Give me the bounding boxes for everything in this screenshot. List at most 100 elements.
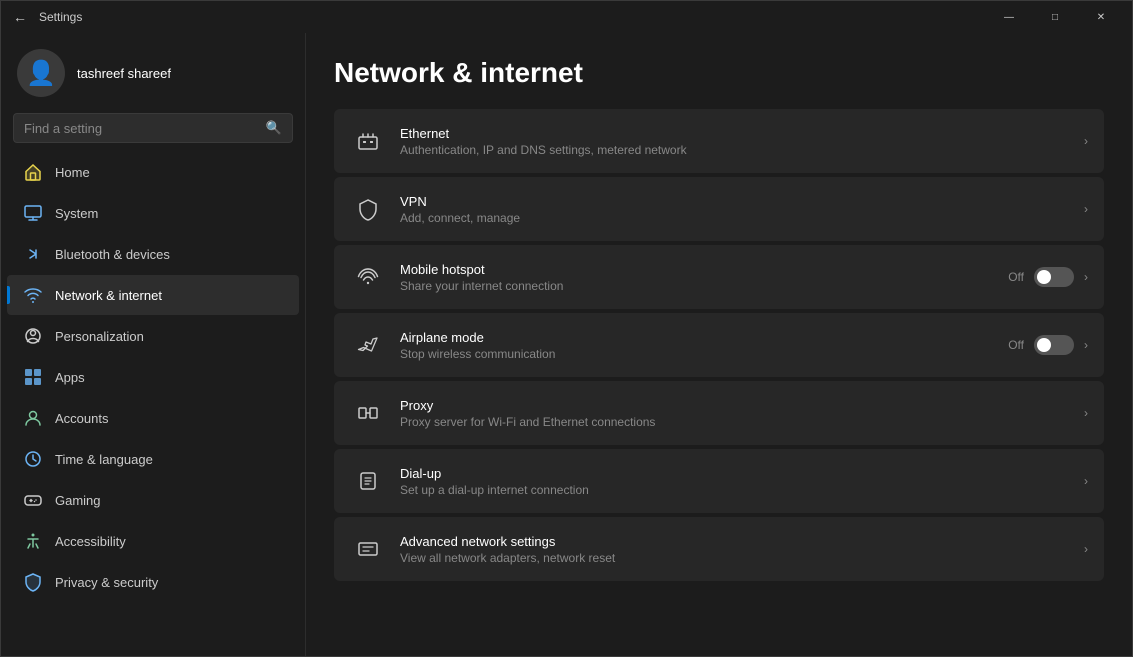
- sidebar-item-accounts[interactable]: Accounts: [7, 398, 299, 438]
- user-name: tashreef shareef: [77, 66, 171, 81]
- airplane-right: Off ›: [1008, 335, 1088, 355]
- accounts-icon: [23, 408, 43, 428]
- sidebar-item-bluetooth-label: Bluetooth & devices: [55, 247, 170, 262]
- privacy-icon: [23, 572, 43, 592]
- ethernet-title: Ethernet: [400, 126, 1084, 141]
- advanced-text: Advanced network settings View all netwo…: [400, 534, 1084, 565]
- sidebar-item-personalization-label: Personalization: [55, 329, 144, 344]
- bluetooth-icon: [23, 244, 43, 264]
- sidebar-item-home-label: Home: [55, 165, 90, 180]
- sidebar-item-gaming[interactable]: Gaming: [7, 480, 299, 520]
- airplane-setting[interactable]: Airplane mode Stop wireless communicatio…: [334, 313, 1104, 377]
- dialup-desc: Set up a dial-up internet connection: [400, 483, 1084, 497]
- ethernet-desc: Authentication, IP and DNS settings, met…: [400, 143, 1084, 157]
- proxy-title: Proxy: [400, 398, 1084, 413]
- sidebar-item-time[interactable]: Time & language: [7, 439, 299, 479]
- sidebar-item-bluetooth[interactable]: Bluetooth & devices: [7, 234, 299, 274]
- time-icon: [23, 449, 43, 469]
- page-title: Network & internet: [334, 57, 1104, 89]
- dialup-title: Dial-up: [400, 466, 1084, 481]
- sidebar-item-accessibility-label: Accessibility: [55, 534, 126, 549]
- proxy-text: Proxy Proxy server for Wi-Fi and Etherne…: [400, 398, 1084, 429]
- sidebar-item-network[interactable]: Network & internet: [7, 275, 299, 315]
- search-icon: 🔍: [266, 120, 282, 136]
- ethernet-setting[interactable]: Ethernet Authentication, IP and DNS sett…: [334, 109, 1104, 173]
- sidebar-item-apps-label: Apps: [55, 370, 85, 385]
- hotspot-text: Mobile hotspot Share your internet conne…: [400, 262, 1008, 293]
- main-content: Network & internet Ethernet Au: [306, 33, 1132, 656]
- sidebar-item-system[interactable]: System: [7, 193, 299, 233]
- ethernet-icon: [350, 123, 386, 159]
- hotspot-toggle-label: Off: [1008, 270, 1024, 284]
- sidebar-item-gaming-label: Gaming: [55, 493, 101, 508]
- ethernet-right: ›: [1084, 134, 1088, 148]
- user-section[interactable]: 👤 tashreef shareef: [1, 33, 305, 109]
- advanced-desc: View all network adapters, network reset: [400, 551, 1084, 565]
- dialup-chevron: ›: [1084, 474, 1088, 488]
- airplane-icon: [350, 327, 386, 363]
- sidebar-item-personalization[interactable]: Personalization: [7, 316, 299, 356]
- hotspot-toggle[interactable]: [1034, 267, 1074, 287]
- sidebar: 👤 tashreef shareef 🔍 H: [1, 33, 306, 656]
- sidebar-item-accessibility[interactable]: Accessibility: [7, 521, 299, 561]
- proxy-desc: Proxy server for Wi-Fi and Ethernet conn…: [400, 415, 1084, 429]
- hotspot-title: Mobile hotspot: [400, 262, 1008, 277]
- avatar-icon: 👤: [26, 59, 56, 88]
- nav-items: Home System: [1, 151, 305, 656]
- vpn-icon: [350, 191, 386, 227]
- ethernet-text: Ethernet Authentication, IP and DNS sett…: [400, 126, 1084, 157]
- accessibility-icon: [23, 531, 43, 551]
- search-input[interactable]: [24, 121, 266, 136]
- window-controls: — □ ✕: [986, 1, 1124, 33]
- title-bar: ← Settings — □ ✕: [1, 1, 1132, 33]
- hotspot-icon: [350, 259, 386, 295]
- airplane-text: Airplane mode Stop wireless communicatio…: [400, 330, 1008, 361]
- window-title: Settings: [39, 10, 82, 24]
- gaming-icon: [23, 490, 43, 510]
- dialup-setting[interactable]: Dial-up Set up a dial-up internet connec…: [334, 449, 1104, 513]
- hotspot-setting[interactable]: Mobile hotspot Share your internet conne…: [334, 245, 1104, 309]
- advanced-setting[interactable]: Advanced network settings View all netwo…: [334, 517, 1104, 581]
- vpn-setting[interactable]: VPN Add, connect, manage ›: [334, 177, 1104, 241]
- avatar: 👤: [17, 49, 65, 97]
- vpn-chevron: ›: [1084, 202, 1088, 216]
- airplane-toggle-label: Off: [1008, 338, 1024, 352]
- hotspot-right: Off ›: [1008, 267, 1088, 287]
- ethernet-chevron: ›: [1084, 134, 1088, 148]
- sidebar-item-privacy[interactable]: Privacy & security: [7, 562, 299, 602]
- airplane-toggle-knob: [1037, 338, 1051, 352]
- personalization-icon: [23, 326, 43, 346]
- sidebar-item-accounts-label: Accounts: [55, 411, 108, 426]
- vpn-right: ›: [1084, 202, 1088, 216]
- proxy-chevron: ›: [1084, 406, 1088, 420]
- dialup-text: Dial-up Set up a dial-up internet connec…: [400, 466, 1084, 497]
- sidebar-item-time-label: Time & language: [55, 452, 153, 467]
- dialup-icon: [350, 463, 386, 499]
- sidebar-item-home[interactable]: Home: [7, 152, 299, 192]
- airplane-toggle[interactable]: [1034, 335, 1074, 355]
- vpn-desc: Add, connect, manage: [400, 211, 1084, 225]
- sidebar-item-privacy-label: Privacy & security: [55, 575, 158, 590]
- minimize-button[interactable]: —: [986, 1, 1032, 33]
- airplane-desc: Stop wireless communication: [400, 347, 1008, 361]
- sidebar-item-network-label: Network & internet: [55, 288, 162, 303]
- settings-list: Ethernet Authentication, IP and DNS sett…: [334, 109, 1104, 581]
- settings-window: ← Settings — □ ✕ 👤 tashreef shareef 🔍: [0, 0, 1133, 657]
- vpn-title: VPN: [400, 194, 1084, 209]
- close-button[interactable]: ✕: [1078, 1, 1124, 33]
- hotspot-chevron: ›: [1084, 270, 1088, 284]
- hotspot-toggle-knob: [1037, 270, 1051, 284]
- proxy-right: ›: [1084, 406, 1088, 420]
- vpn-text: VPN Add, connect, manage: [400, 194, 1084, 225]
- sidebar-item-apps[interactable]: Apps: [7, 357, 299, 397]
- advanced-icon: [350, 531, 386, 567]
- dialup-right: ›: [1084, 474, 1088, 488]
- home-icon: [23, 162, 43, 182]
- proxy-setting[interactable]: Proxy Proxy server for Wi-Fi and Etherne…: [334, 381, 1104, 445]
- advanced-title: Advanced network settings: [400, 534, 1084, 549]
- sidebar-item-system-label: System: [55, 206, 98, 221]
- back-button[interactable]: ←: [13, 9, 27, 25]
- search-box[interactable]: 🔍: [13, 113, 293, 143]
- maximize-button[interactable]: □: [1032, 1, 1078, 33]
- content-area: 👤 tashreef shareef 🔍 H: [1, 33, 1132, 656]
